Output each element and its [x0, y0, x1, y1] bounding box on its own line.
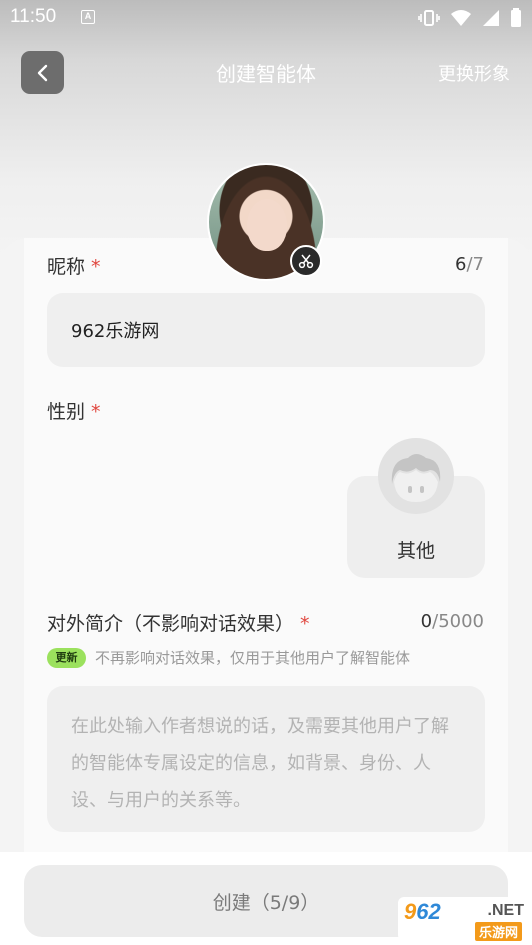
watermark-digit-a: 9	[404, 899, 417, 924]
required-mark: *	[300, 613, 310, 635]
required-mark: *	[91, 256, 101, 278]
intro-textarea[interactable]	[47, 686, 485, 832]
watermark-cn: 乐游网	[474, 922, 522, 941]
battery-icon	[511, 8, 521, 27]
notification-icon: A	[81, 10, 95, 24]
intro-counter: 0/5000	[421, 611, 484, 632]
signal-icon	[483, 10, 499, 26]
intro-hint: 不再影响对话效果，仅用于其他用户了解智能体	[95, 649, 411, 667]
avatar-face	[247, 199, 287, 251]
person-placeholder-icon	[391, 454, 441, 502]
nickname-count-current: 6	[455, 254, 467, 275]
nickname-label: 昵称 *	[47, 252, 101, 279]
watermark-digit-b: 62	[416, 899, 441, 924]
vibrate-icon	[418, 10, 440, 26]
nickname-counter: 6/7	[455, 254, 484, 275]
intro-label: 对外简介（不影响对话效果） *	[47, 609, 310, 636]
change-look-button[interactable]: 更换形象	[438, 60, 510, 86]
status-bar: 11:50 A	[0, 0, 532, 36]
intro-label-text: 对外简介（不影响对话效果）	[47, 613, 295, 635]
crop-avatar-button[interactable]	[290, 245, 322, 277]
nickname-count-max: /7	[466, 254, 484, 275]
intro-count-max: /5000	[432, 611, 484, 632]
required-mark: *	[91, 401, 101, 423]
nickname-input[interactable]	[47, 293, 485, 367]
status-time: 11:50	[10, 6, 57, 27]
gender-other-avatar-icon	[378, 438, 454, 514]
update-badge: 更新	[47, 648, 86, 668]
watermark-logo: 962 .NET 乐游网	[398, 897, 528, 941]
intro-count-current: 0	[420, 611, 433, 632]
watermark-digits: 962	[404, 899, 441, 925]
status-icons	[418, 8, 522, 28]
scissors-icon	[298, 254, 314, 269]
wifi-icon	[451, 10, 471, 26]
nickname-label-text: 昵称	[47, 256, 86, 278]
gender-option-label: 其他	[396, 540, 435, 562]
watermark-suffix: .NET	[487, 902, 524, 919]
gender-label-text: 性别	[47, 401, 86, 423]
gender-label: 性别 *	[47, 397, 101, 424]
